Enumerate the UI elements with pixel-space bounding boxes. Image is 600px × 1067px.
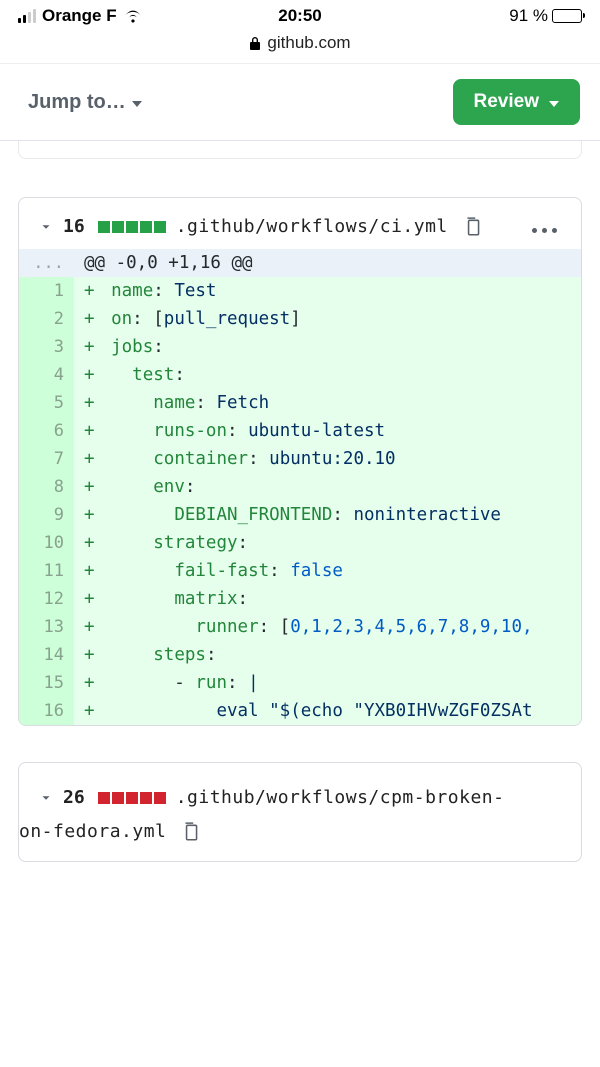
line-number[interactable]: 9: [19, 501, 74, 529]
diff-line-added[interactable]: 2+ on: [pull_request]: [19, 305, 581, 333]
line-number[interactable]: 6: [19, 417, 74, 445]
code-content: + container: ubuntu:20.10: [74, 445, 581, 473]
code-content: + steps:: [74, 641, 581, 669]
chevron-down-icon[interactable]: [39, 791, 53, 805]
chevron-down-icon: [132, 101, 142, 107]
copy-icon[interactable]: [464, 217, 482, 237]
line-number[interactable]: 13: [19, 613, 74, 641]
diff-line-added[interactable]: 15+ - run: |: [19, 669, 581, 697]
file-path[interactable]: .github/workflows/cpm-broken-: [176, 781, 505, 815]
review-label: Review: [474, 91, 539, 113]
lock-icon: [249, 36, 261, 50]
line-number[interactable]: 8: [19, 473, 74, 501]
diff-stat-squares: [98, 792, 166, 804]
line-number[interactable]: 16: [19, 697, 74, 725]
chevron-down-icon[interactable]: [39, 220, 53, 234]
jump-to-button[interactable]: Jump to…: [28, 91, 142, 114]
wifi-icon: [123, 8, 143, 24]
line-number[interactable]: 7: [19, 445, 74, 473]
chevron-down-icon: [549, 101, 559, 107]
ios-status-bar: Orange F 20:50 91 %: [0, 0, 600, 29]
copy-icon[interactable]: [182, 822, 200, 842]
line-number[interactable]: 3: [19, 333, 74, 361]
diff-line-added[interactable]: 16+ eval "$(echo "YXB0IHVwZGF0ZSAt: [19, 697, 581, 725]
code-content: + runs-on: ubuntu-latest: [74, 417, 581, 445]
line-number[interactable]: 10: [19, 529, 74, 557]
diff-line-added[interactable]: 4+ test:: [19, 361, 581, 389]
line-number[interactable]: 12: [19, 585, 74, 613]
cell-signal-icon: [18, 9, 36, 23]
jump-to-label: Jump to…: [28, 91, 126, 114]
code-content: + matrix:: [74, 585, 581, 613]
file-diff-card: 26 .github/workflows/cpm-broken- on-fedo…: [18, 762, 582, 862]
diff-line-added[interactable]: 13+ runner: [0,1,2,3,4,5,6,7,8,9,10,: [19, 613, 581, 641]
diff-line-added[interactable]: 14+ steps:: [19, 641, 581, 669]
diff-line-added[interactable]: 5+ name: Fetch: [19, 389, 581, 417]
line-number[interactable]: 15: [19, 669, 74, 697]
code-content: + DEBIAN_FRONTEND: noninteractive: [74, 501, 581, 529]
code-content: + test:: [74, 361, 581, 389]
code-content: + fail-fast: false: [74, 557, 581, 585]
code-content: + jobs:: [74, 333, 581, 361]
diff-line-added[interactable]: 11+ fail-fast: false: [19, 557, 581, 585]
diff-line-added[interactable]: 12+ matrix:: [19, 585, 581, 613]
code-content: + name: Fetch: [74, 389, 581, 417]
diff-body: ... @@ -0,0 +1,16 @@ 1+ name: Test2+ on:…: [19, 249, 581, 725]
kebab-menu-button[interactable]: [532, 228, 557, 233]
diff-line-added[interactable]: 3+ jobs:: [19, 333, 581, 361]
diff-line-added[interactable]: 9+ DEBIAN_FRONTEND: noninteractive: [19, 501, 581, 529]
url-host: github.com: [267, 33, 350, 53]
file-path[interactable]: .github/workflows/ci.yml: [176, 216, 448, 237]
previous-file-card-edge: [18, 141, 582, 159]
clock: 20:50: [278, 6, 321, 26]
line-number[interactable]: 1: [19, 277, 74, 305]
code-content: + - run: |: [74, 669, 581, 697]
file-header[interactable]: 16 .github/workflows/ci.yml: [19, 198, 581, 249]
diff-line-added[interactable]: 7+ container: ubuntu:20.10: [19, 445, 581, 473]
pr-toolbar: Jump to… Review: [0, 63, 600, 141]
line-number[interactable]: 11: [19, 557, 74, 585]
code-content: + eval "$(echo "YXB0IHVwZGF0ZSAt: [74, 697, 581, 725]
line-number[interactable]: 14: [19, 641, 74, 669]
line-number[interactable]: 2: [19, 305, 74, 333]
line-number[interactable]: 5: [19, 389, 74, 417]
diff-line-added[interactable]: 10+ strategy:: [19, 529, 581, 557]
file-diff-card: 16 .github/workflows/ci.yml ... @@ -0,0 …: [18, 197, 582, 726]
diff-line-added[interactable]: 8+ env:: [19, 473, 581, 501]
diff-line-added[interactable]: 6+ runs-on: ubuntu-latest: [19, 417, 581, 445]
code-content: + on: [pull_request]: [74, 305, 581, 333]
diff-line-added[interactable]: 1+ name: Test: [19, 277, 581, 305]
expand-hunk-icon[interactable]: ...: [19, 249, 74, 277]
battery-percent: 91 %: [509, 6, 548, 26]
browser-url-bar[interactable]: github.com: [0, 29, 600, 63]
code-content: + name: Test: [74, 277, 581, 305]
file-header[interactable]: 26 .github/workflows/cpm-broken- on-fedo…: [19, 763, 581, 861]
hunk-text: @@ -0,0 +1,16 @@: [74, 249, 581, 277]
battery-icon: [552, 9, 582, 23]
diff-line-count: 26: [63, 781, 85, 815]
line-number[interactable]: 4: [19, 361, 74, 389]
carrier-label: Orange F: [42, 6, 117, 26]
review-button[interactable]: Review: [453, 79, 580, 125]
diff-stat-squares: [98, 221, 166, 233]
file-path-cont[interactable]: on-fedora.yml: [19, 815, 166, 849]
diff-line-count: 16: [63, 216, 85, 237]
code-content: + runner: [0,1,2,3,4,5,6,7,8,9,10,: [74, 613, 581, 641]
code-content: + strategy:: [74, 529, 581, 557]
code-content: + env:: [74, 473, 581, 501]
hunk-header[interactable]: ... @@ -0,0 +1,16 @@: [19, 249, 581, 277]
